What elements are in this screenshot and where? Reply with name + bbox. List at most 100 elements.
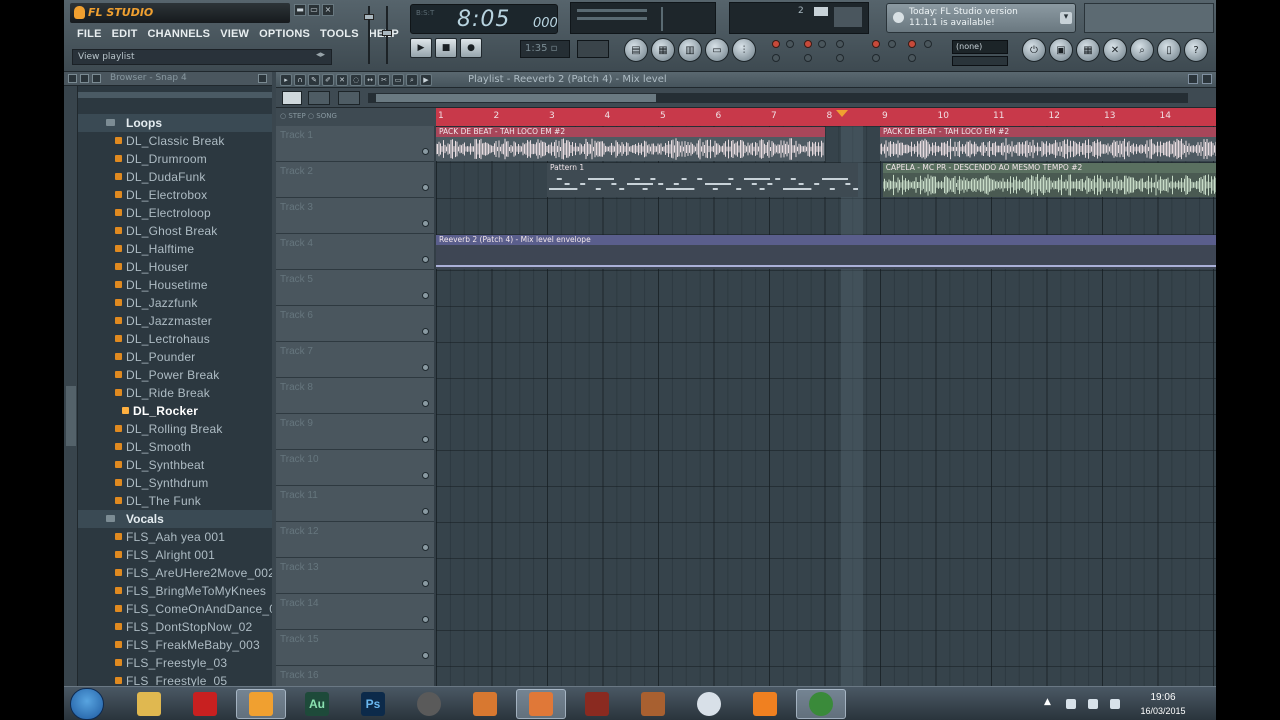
timeline-ruler[interactable]: 123456789101112131415	[436, 108, 1216, 126]
menu-channels[interactable]: CHANNELS	[143, 26, 216, 44]
playlist-menu-button[interactable]: ▸	[280, 74, 292, 86]
slice-icon[interactable]: ✂	[378, 74, 390, 86]
tempo-display[interactable]	[577, 40, 609, 58]
option-led[interactable]	[786, 40, 794, 48]
help-icon[interactable]: ?	[1184, 38, 1208, 62]
playlist-clip[interactable]: CAPELA - MC PR - DESCENDO AO MESMO TEMPO…	[882, 163, 1216, 197]
restore-button[interactable]: ▭	[308, 4, 320, 16]
browser-item[interactable]: DL_Electrobox	[78, 186, 272, 204]
browser-item[interactable]: DL_Electroloop	[78, 204, 272, 222]
network-icon[interactable]	[1066, 699, 1076, 709]
record-button[interactable]: ●	[460, 38, 482, 58]
track-mute-toggle[interactable]	[422, 472, 429, 479]
browser-item[interactable]: FLS_Alright 001	[78, 546, 272, 564]
pattern-song-toggle[interactable]: 1:35 ▫	[520, 40, 570, 58]
browser-item[interactable]: DL_Jazzmaster	[78, 312, 272, 330]
browser-item[interactable]: DL_Housetime	[78, 276, 272, 294]
track-mute-toggle[interactable]	[422, 652, 429, 659]
view-toggle[interactable]	[308, 91, 330, 105]
close-button[interactable]: ×	[322, 4, 334, 16]
option-led[interactable]	[772, 54, 780, 62]
track-header[interactable]: Track 12	[276, 522, 434, 558]
track-header[interactable]: Track 15	[276, 630, 434, 666]
pattern-selector[interactable]	[282, 91, 302, 105]
track-mute-toggle[interactable]	[422, 616, 429, 623]
horizontal-scroll-thumb[interactable]	[376, 94, 656, 102]
browser-menu-button[interactable]	[68, 74, 77, 83]
news-close-icon[interactable]: ▾	[1060, 12, 1072, 24]
zoom-icon[interactable]: ⌕	[406, 74, 418, 86]
snap-selector[interactable]: (none)	[952, 40, 1008, 54]
track-header[interactable]: Track 4	[276, 234, 434, 270]
plugin-icon[interactable]: ▦	[1076, 38, 1100, 62]
option-led[interactable]	[836, 54, 844, 62]
playlist-clip[interactable]: Pattern 1	[547, 163, 858, 197]
horizontal-scrollbar[interactable]	[368, 93, 1188, 103]
power-icon[interactable]: ⏻	[1022, 38, 1046, 62]
track-header[interactable]: Track 14	[276, 594, 434, 630]
track-mute-toggle[interactable]	[422, 544, 429, 551]
browser-item[interactable]: DL_Classic Break	[78, 132, 272, 150]
time-display[interactable]: B:S:T 8:05 000	[410, 4, 558, 34]
master-pitch-knob[interactable]	[382, 30, 392, 36]
tools-icon[interactable]: ✕	[1103, 38, 1127, 62]
browser-item[interactable]: DL_The Funk	[78, 492, 272, 510]
browser-item[interactable]: FLS_Aah yea 001	[78, 528, 272, 546]
playlist-clip[interactable]: PACK DE BEAT - TAH LOCO EM #2	[436, 127, 825, 161]
taskbar-app-ring[interactable]	[404, 689, 454, 719]
option-led[interactable]	[804, 54, 812, 62]
browser-item[interactable]: DL_Lectrohaus	[78, 330, 272, 348]
browser-item[interactable]: DL_Jazzfunk	[78, 294, 272, 312]
snap-selector-secondary[interactable]	[952, 56, 1008, 66]
taskbar-app-runner[interactable]	[684, 689, 734, 719]
master-volume-knob[interactable]	[364, 14, 374, 20]
option-led[interactable]	[872, 54, 880, 62]
track-header[interactable]: Track 5	[276, 270, 434, 306]
track-header[interactable]: Track 10	[276, 450, 434, 486]
menu-edit[interactable]: EDIT	[107, 26, 143, 44]
track-mute-toggle[interactable]	[422, 364, 429, 371]
browser-folder[interactable]: Loops	[78, 114, 272, 132]
browser-item[interactable]: DL_Pounder	[78, 348, 272, 366]
pencil-icon[interactable]: ✎	[308, 74, 320, 86]
track-header[interactable]: Track 6	[276, 306, 434, 342]
browser-item[interactable]: DL_Smooth	[78, 438, 272, 456]
browser-prev-button[interactable]	[80, 74, 89, 83]
delete-icon[interactable]: ✕	[336, 74, 348, 86]
playlist-icon[interactable]: ▤	[624, 38, 648, 62]
paint-icon[interactable]: ✐	[322, 74, 334, 86]
track-header[interactable]: Track 2	[276, 162, 434, 198]
browser-item[interactable]: FLS_ComeOnAndDance_001	[78, 600, 272, 618]
browser-item[interactable]: DL_Drumroom	[78, 150, 272, 168]
browser-item[interactable]: DL_Ride Break	[78, 384, 272, 402]
track-mute-toggle[interactable]	[422, 436, 429, 443]
typing-keyboard-led[interactable]	[908, 40, 916, 48]
track-mute-toggle[interactable]	[422, 220, 429, 227]
browser-scrollbar[interactable]	[64, 86, 78, 686]
browser-folder[interactable]: Vocals	[78, 510, 272, 528]
browser-item[interactable]: FLS_BringMeToMyKnees	[78, 582, 272, 600]
stop-button[interactable]: ■	[435, 38, 457, 58]
master-pitch-slider[interactable]	[382, 2, 392, 68]
start-button[interactable]	[70, 688, 104, 720]
browser-item[interactable]: DL_DudaFunk	[78, 168, 272, 186]
taskbar-app-red[interactable]	[180, 689, 230, 719]
piano-roll-icon[interactable]: ▥	[678, 38, 702, 62]
browser-item[interactable]: DL_Halftime	[78, 240, 272, 258]
browser-item-partial[interactable]	[78, 92, 272, 98]
playback-icon[interactable]: ▶	[420, 74, 432, 86]
slip-icon[interactable]: ↔	[364, 74, 376, 86]
option-led[interactable]	[888, 40, 896, 48]
menu-file[interactable]: FILE	[72, 26, 107, 44]
project-icon[interactable]: ▣	[1049, 38, 1073, 62]
master-volume-slider[interactable]	[364, 2, 374, 68]
track-mute-toggle[interactable]	[422, 328, 429, 335]
track-header[interactable]: Track 1	[276, 126, 434, 162]
browser-item[interactable]: DL_Power Break	[78, 366, 272, 384]
tray-arrow-icon[interactable]: ▲	[1044, 697, 1051, 707]
option-led[interactable]	[924, 40, 932, 48]
browser-item[interactable]: FLS_Freestyle_03	[78, 654, 272, 672]
track-mute-toggle[interactable]	[422, 292, 429, 299]
mixer-icon[interactable]: ⫶	[732, 38, 756, 62]
track-mute-toggle[interactable]	[422, 508, 429, 515]
